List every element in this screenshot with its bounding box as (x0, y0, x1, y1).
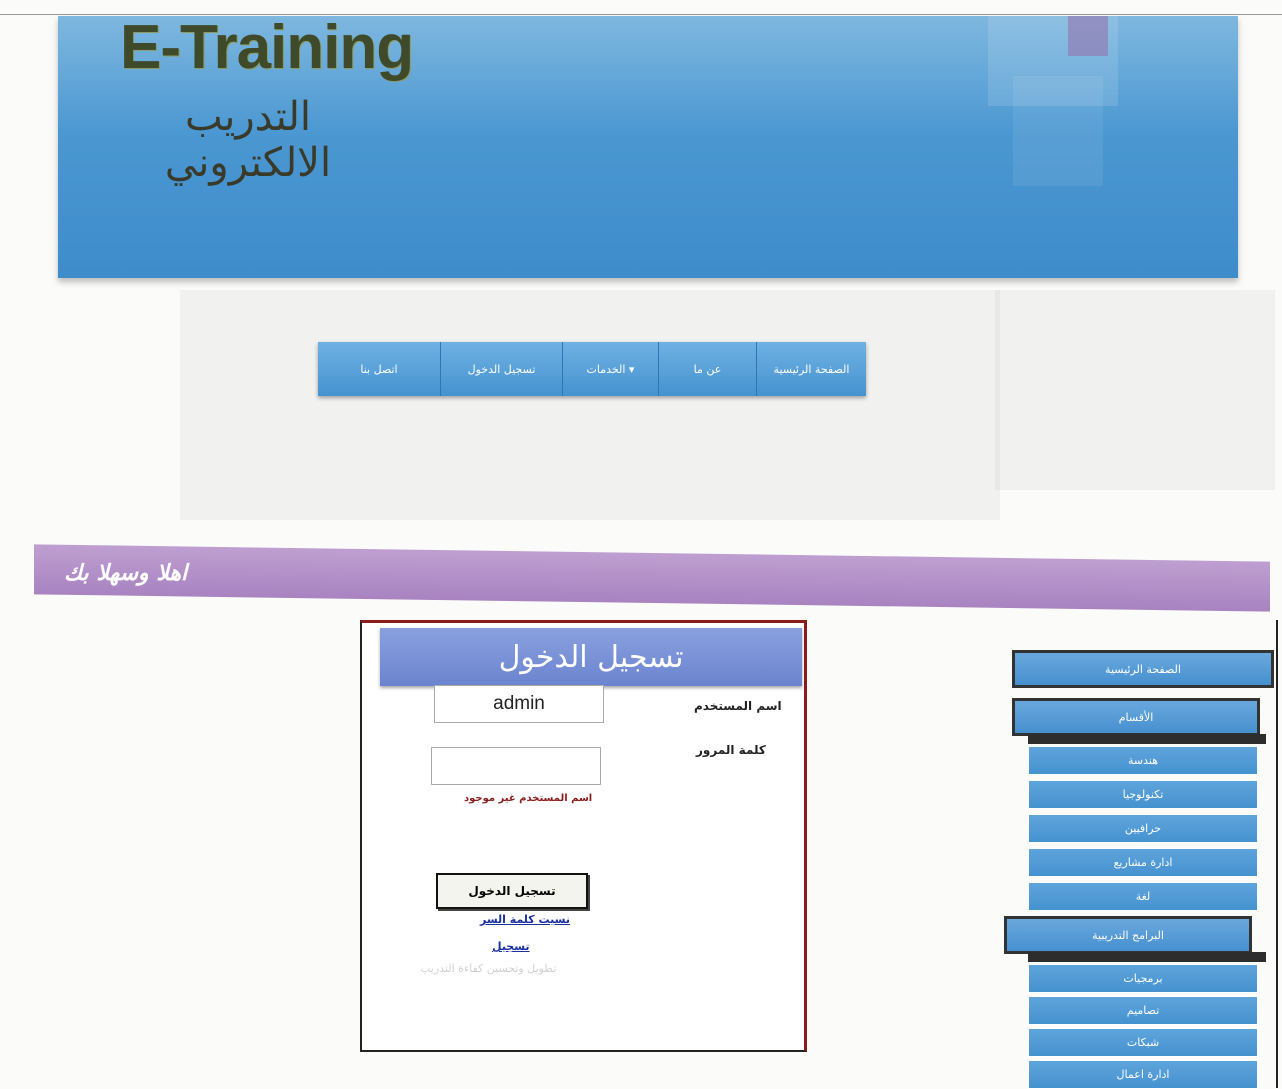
top-rule (0, 14, 1282, 15)
sidebar-item-technology[interactable]: تكنولوجيا (1028, 780, 1258, 809)
sidebar-item-business[interactable]: ادارة اعمال (1028, 1060, 1258, 1089)
logo-english: E-Training (120, 16, 414, 82)
error-message: اسم المستخدم غير موجود (464, 793, 593, 804)
nav-services[interactable]: ▾ الخدمات (562, 342, 658, 396)
sidebar-item-crafts[interactable]: حرافيين (1028, 814, 1258, 843)
sidebar-item-design[interactable]: تصاميم (1028, 996, 1258, 1025)
login-title: تسجيل الدخول (380, 628, 802, 686)
banner-decoration (1013, 76, 1103, 186)
sidebar-item-software[interactable]: برمجيات (1028, 964, 1258, 993)
sidebar-item-project-management[interactable]: ادارة مشاريع (1028, 848, 1258, 877)
main-navbar: الصفحة الرئيسية عن ما ▾ الخدمات تسجيل ال… (318, 342, 866, 396)
sidebar-divider (1028, 952, 1266, 962)
background-shadow (995, 290, 1275, 490)
sidebar-programs[interactable]: البرامج التدريبية (1004, 916, 1252, 954)
register-link[interactable]: تسجيل (492, 940, 530, 953)
sidebar-home[interactable]: الصفحة الرئيسية (1012, 650, 1274, 688)
nav-login[interactable]: تسجيل الدخول (440, 342, 562, 396)
username-label: اسم المستخدم (694, 699, 782, 713)
background-shadow (180, 290, 1000, 520)
sidebar-menu: الصفحة الرئيسية الأقسام هندسة تكنولوجيا … (1004, 650, 1274, 1089)
logo-arabic: التدريب الالكتروني (164, 94, 332, 186)
sidebar-item-networks[interactable]: شبكات (1028, 1028, 1258, 1057)
banner-decoration (1068, 16, 1108, 56)
password-input[interactable] (431, 747, 601, 785)
password-label: كلمة المرور (696, 743, 766, 757)
sidebar-divider (1028, 734, 1266, 744)
sidebar-item-engineering[interactable]: هندسة (1028, 746, 1258, 775)
welcome-bar (34, 544, 1270, 612)
sidebar-departments[interactable]: الأقسام (1012, 698, 1260, 736)
username-input[interactable]: admin (434, 685, 604, 723)
header-banner: E-Training التدريب الالكتروني (58, 16, 1238, 278)
nav-contact[interactable]: اتصل بنا (318, 342, 440, 396)
background-text: تطويل وتحسين كفاءة التدريب (420, 962, 557, 975)
right-border (1276, 620, 1278, 1088)
login-panel: تسجيل الدخول اسم المستخدم admin كلمة الم… (360, 620, 807, 1052)
welcome-text: اهلا وسهلا بك (64, 560, 188, 586)
forgot-password-link[interactable]: نسيت كلمة السر (480, 913, 570, 926)
nav-about[interactable]: عن ما (658, 342, 756, 396)
nav-home[interactable]: الصفحة الرئيسية (756, 342, 866, 396)
sidebar-item-language[interactable]: لغة (1028, 882, 1258, 911)
login-button[interactable]: تسجيل الدخول (436, 873, 588, 909)
